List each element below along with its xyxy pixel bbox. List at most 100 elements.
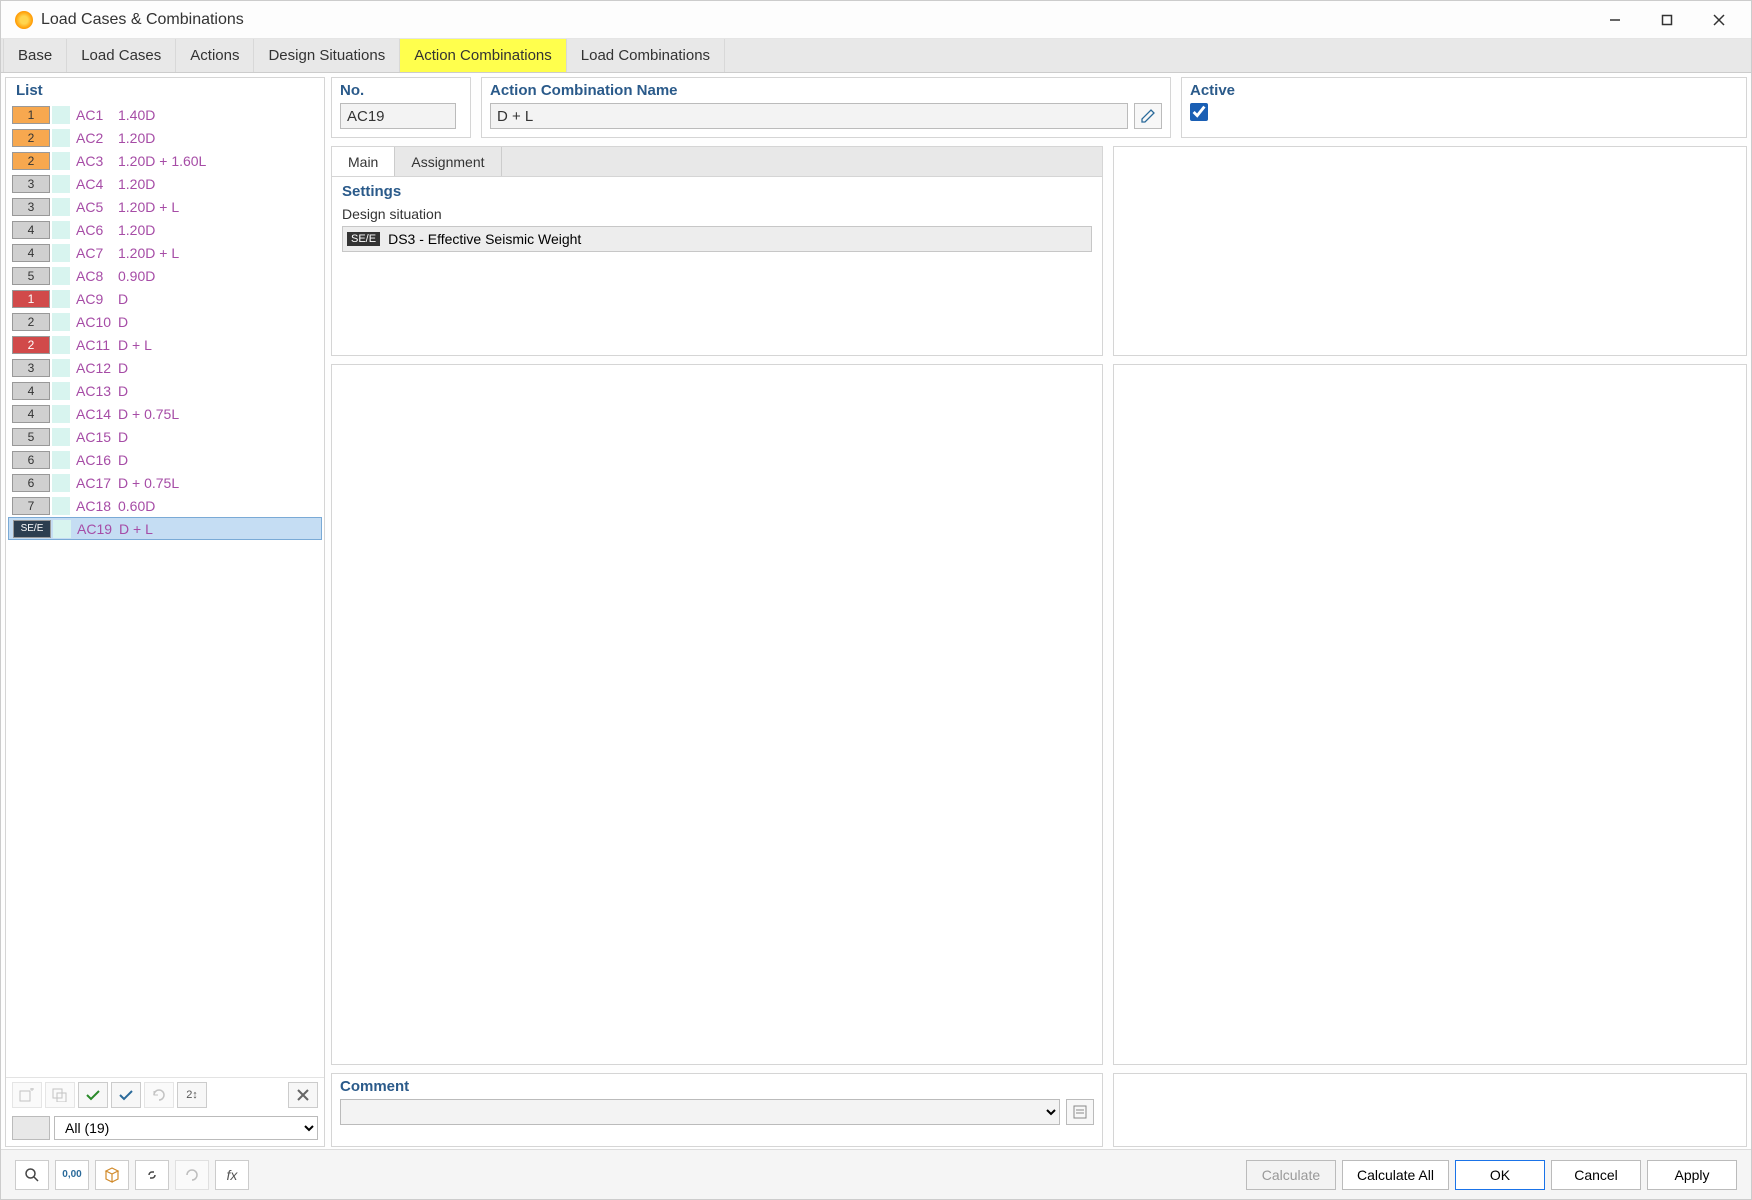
list-row-ac11[interactable]: 2AC11D + L (8, 333, 322, 356)
filter-select[interactable]: All (19) (54, 1116, 318, 1140)
list-header: List (6, 78, 324, 103)
edit-name-button[interactable] (1134, 103, 1162, 129)
row-badge: 1 (12, 290, 50, 308)
row-stripe (52, 382, 70, 400)
fx-footer-button[interactable]: fx (215, 1160, 249, 1190)
row-id: AC9 (70, 291, 118, 307)
active-group: Active (1181, 77, 1747, 138)
apply-button[interactable]: Apply (1647, 1160, 1737, 1190)
list-row-ac5[interactable]: 3AC51.20D + L (8, 195, 322, 218)
design-situation-label: Design situation (342, 206, 1092, 222)
row-name: D + 0.75L (118, 475, 322, 491)
ok-button[interactable]: OK (1455, 1160, 1545, 1190)
design-situation-value[interactable]: SE/E DS3 - Effective Seismic Weight (342, 226, 1092, 252)
row-badge: 7 (12, 497, 50, 515)
row-badge: 2 (12, 336, 50, 354)
row-name: 1.20D (118, 176, 322, 192)
list-row-ac16[interactable]: 6AC16D (8, 448, 322, 471)
row-id: AC2 (70, 130, 118, 146)
filter-color-swatch[interactable] (12, 1116, 50, 1140)
mid-right-panel (1113, 364, 1747, 1065)
rotate-footer-button[interactable] (175, 1160, 209, 1190)
no-label: No. (340, 82, 462, 99)
delete-button[interactable] (288, 1082, 318, 1108)
tab-design-situations[interactable]: Design Situations (254, 39, 400, 72)
check-blue-button[interactable] (111, 1082, 141, 1108)
cancel-button[interactable]: Cancel (1551, 1160, 1641, 1190)
row-name: D + 0.75L (118, 406, 322, 422)
row-name: 1.20D + L (118, 245, 322, 261)
list-row-ac1[interactable]: 1AC11.40D (8, 103, 322, 126)
sort-button[interactable]: 2↕ (177, 1082, 207, 1108)
list-row-ac14[interactable]: 4AC14D + 0.75L (8, 402, 322, 425)
row-badge: 2 (12, 152, 50, 170)
row-id: AC19 (71, 521, 119, 537)
close-button[interactable] (1693, 1, 1745, 39)
comment-library-button[interactable] (1066, 1099, 1094, 1125)
list-row-ac9[interactable]: 1AC9D (8, 287, 322, 310)
list-row-ac8[interactable]: 5AC80.90D (8, 264, 322, 287)
row-badge: 4 (12, 244, 50, 262)
row-id: AC14 (70, 406, 118, 422)
row-stripe (52, 175, 70, 193)
list-row-ac18[interactable]: 7AC180.60D (8, 494, 322, 517)
row-stripe (52, 336, 70, 354)
row-badge: 4 (12, 221, 50, 239)
settings-panel: Settings Design situation SE/E DS3 - Eff… (331, 176, 1103, 356)
row-name: 1.20D + 1.60L (118, 153, 322, 169)
row-id: AC11 (70, 337, 118, 353)
row-name: 1.20D (118, 130, 322, 146)
row-name: 1.40D (118, 107, 322, 123)
row-stripe (52, 106, 70, 124)
tab-action-combinations[interactable]: Action Combinations (400, 39, 567, 72)
row-badge: 6 (12, 474, 50, 492)
list-row-ac19[interactable]: SE/EAC19D + L (8, 517, 322, 540)
active-checkbox[interactable] (1190, 103, 1208, 121)
list-area[interactable]: 1AC11.40D2AC21.20D2AC31.20D + 1.60L3AC41… (6, 103, 324, 1077)
list-row-ac3[interactable]: 2AC31.20D + 1.60L (8, 149, 322, 172)
grid-footer-button[interactable] (95, 1160, 129, 1190)
row-id: AC12 (70, 360, 118, 376)
row-stripe (52, 290, 70, 308)
row-badge: SE/E (13, 520, 51, 538)
sub-tab-main[interactable]: Main (332, 147, 395, 176)
mid-left-panel (331, 364, 1103, 1065)
calculate-all-button[interactable]: Calculate All (1342, 1160, 1449, 1190)
row-id: AC8 (70, 268, 118, 284)
new-button[interactable] (12, 1082, 42, 1108)
row-stripe (52, 359, 70, 377)
row-stripe (52, 474, 70, 492)
list-row-ac6[interactable]: 4 AC61.20D (8, 218, 322, 241)
name-input[interactable] (490, 103, 1128, 129)
calculate-button[interactable]: Calculate (1246, 1160, 1336, 1190)
minimize-button[interactable] (1589, 1, 1641, 39)
list-row-ac4[interactable]: 3AC41.20D (8, 172, 322, 195)
tab-load-cases[interactable]: Load Cases (67, 39, 176, 72)
refresh-button[interactable] (144, 1082, 174, 1108)
row-name: 1.20D (118, 222, 322, 238)
copy-button[interactable] (45, 1082, 75, 1108)
units-footer-button[interactable]: 0,00 (55, 1160, 89, 1190)
search-footer-button[interactable] (15, 1160, 49, 1190)
tab-actions[interactable]: Actions (176, 39, 254, 72)
list-row-ac2[interactable]: 2AC21.20D (8, 126, 322, 149)
link-footer-button[interactable] (135, 1160, 169, 1190)
maximize-button[interactable] (1641, 1, 1693, 39)
list-row-ac15[interactable]: 5AC15D (8, 425, 322, 448)
tab-load-combinations[interactable]: Load Combinations (567, 39, 725, 72)
filter-row: All (19) (6, 1112, 324, 1146)
row-id: AC6 (70, 222, 118, 238)
check-green-button[interactable] (78, 1082, 108, 1108)
list-row-ac7[interactable]: 4AC71.20D + L (8, 241, 322, 264)
row-badge: 5 (12, 267, 50, 285)
row-stripe (52, 405, 70, 423)
no-input[interactable] (340, 103, 456, 129)
comment-select[interactable] (340, 1099, 1060, 1125)
list-row-ac12[interactable]: 3AC12D (8, 356, 322, 379)
sub-tab-assignment[interactable]: Assignment (395, 147, 501, 176)
list-row-ac10[interactable]: 2AC10D (8, 310, 322, 333)
tab-base[interactable]: Base (3, 39, 67, 72)
row-badge: 4 (12, 382, 50, 400)
list-row-ac13[interactable]: 4AC13D (8, 379, 322, 402)
list-row-ac17[interactable]: 6AC17D + 0.75L (8, 471, 322, 494)
